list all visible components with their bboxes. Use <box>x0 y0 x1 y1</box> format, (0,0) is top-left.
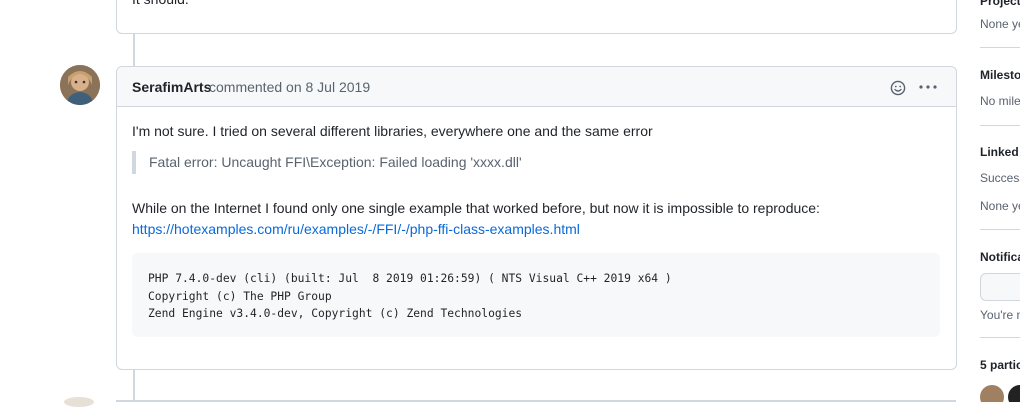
sidebar-milestone-heading[interactable]: Milestone <box>980 68 1020 82</box>
participant-avatar[interactable] <box>980 385 1004 402</box>
code-line: Copyright (c) The PHP Group <box>148 289 332 303</box>
timeline-connector <box>133 33 135 66</box>
comment-header: SerafimArts commented on 8 Jul 2019 <box>117 67 956 107</box>
timeline-connector <box>133 368 135 400</box>
divider <box>980 337 1020 338</box>
issue-comment: SerafimArts commented on 8 Jul 2019 I'm … <box>116 66 957 370</box>
avatar[interactable] <box>64 397 94 407</box>
issue-sidebar: Projects None yet Milestone No milestone… <box>980 0 1020 402</box>
kebab-horizontal-icon[interactable] <box>917 79 939 95</box>
sidebar-participants-heading: 5 participants <box>980 358 1020 372</box>
sidebar-notifications-heading: Notifications <box>980 250 1020 264</box>
sidebar-linked-value: None yet <box>980 199 1020 213</box>
code-line: PHP 7.4.0-dev (cli) (built: Jul 8 2019 0… <box>148 272 672 285</box>
code-block: PHP 7.4.0-dev (cli) (built: Jul 8 2019 0… <box>132 253 940 337</box>
subscribe-button[interactable] <box>980 273 1020 301</box>
previous-comment: It should. <box>116 0 957 34</box>
sidebar-notifications-text: You're not receiving notifications from … <box>980 308 1020 322</box>
comment-author[interactable]: SerafimArts <box>132 79 211 95</box>
sidebar-linked-text: Successfully merging a pull request may … <box>980 171 1020 185</box>
comment-paragraph: I'm not sure. I tried on several differe… <box>132 123 653 139</box>
divider <box>980 125 1020 126</box>
external-link[interactable]: https://hotexamples.com/ru/examples/-/FF… <box>132 221 580 237</box>
blockquote: Fatal error: Uncaught FFI\Exception: Fai… <box>132 151 522 174</box>
sidebar-projects-value: None yet <box>980 17 1020 31</box>
comment-paragraph: While on the Internet I found only one s… <box>132 198 820 240</box>
avatar[interactable] <box>60 65 100 105</box>
sidebar-linked-heading[interactable]: Linked pull requests <box>980 145 1020 159</box>
previous-comment-text: It should. <box>132 0 189 8</box>
divider <box>980 229 1020 230</box>
sidebar-projects-heading[interactable]: Projects <box>980 0 1020 8</box>
smiley-icon[interactable] <box>890 80 906 96</box>
participant-avatar[interactable] <box>1008 385 1020 402</box>
comment-paragraph-text: While on the Internet I found only one s… <box>132 200 820 216</box>
comment-timestamp[interactable]: commented on 8 Jul 2019 <box>209 79 370 95</box>
divider <box>980 47 1020 48</box>
code-line: Zend Engine v3.4.0-dev, Copyright (c) Ze… <box>148 307 523 320</box>
sidebar-milestone-value: No milestone <box>980 94 1020 108</box>
